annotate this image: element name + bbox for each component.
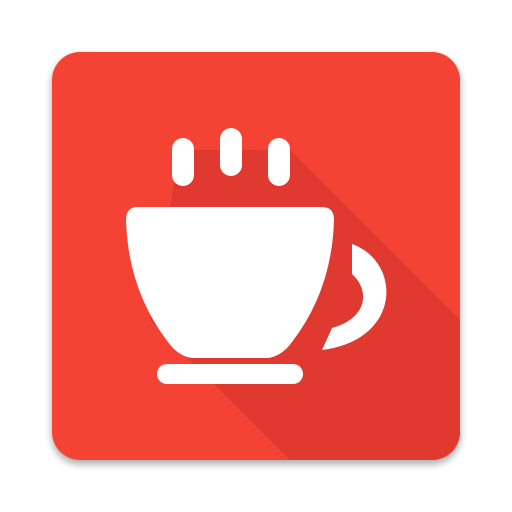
coffee-cup-icon: [52, 52, 460, 460]
app-icon: [0, 0, 512, 512]
saucer: [157, 364, 303, 384]
